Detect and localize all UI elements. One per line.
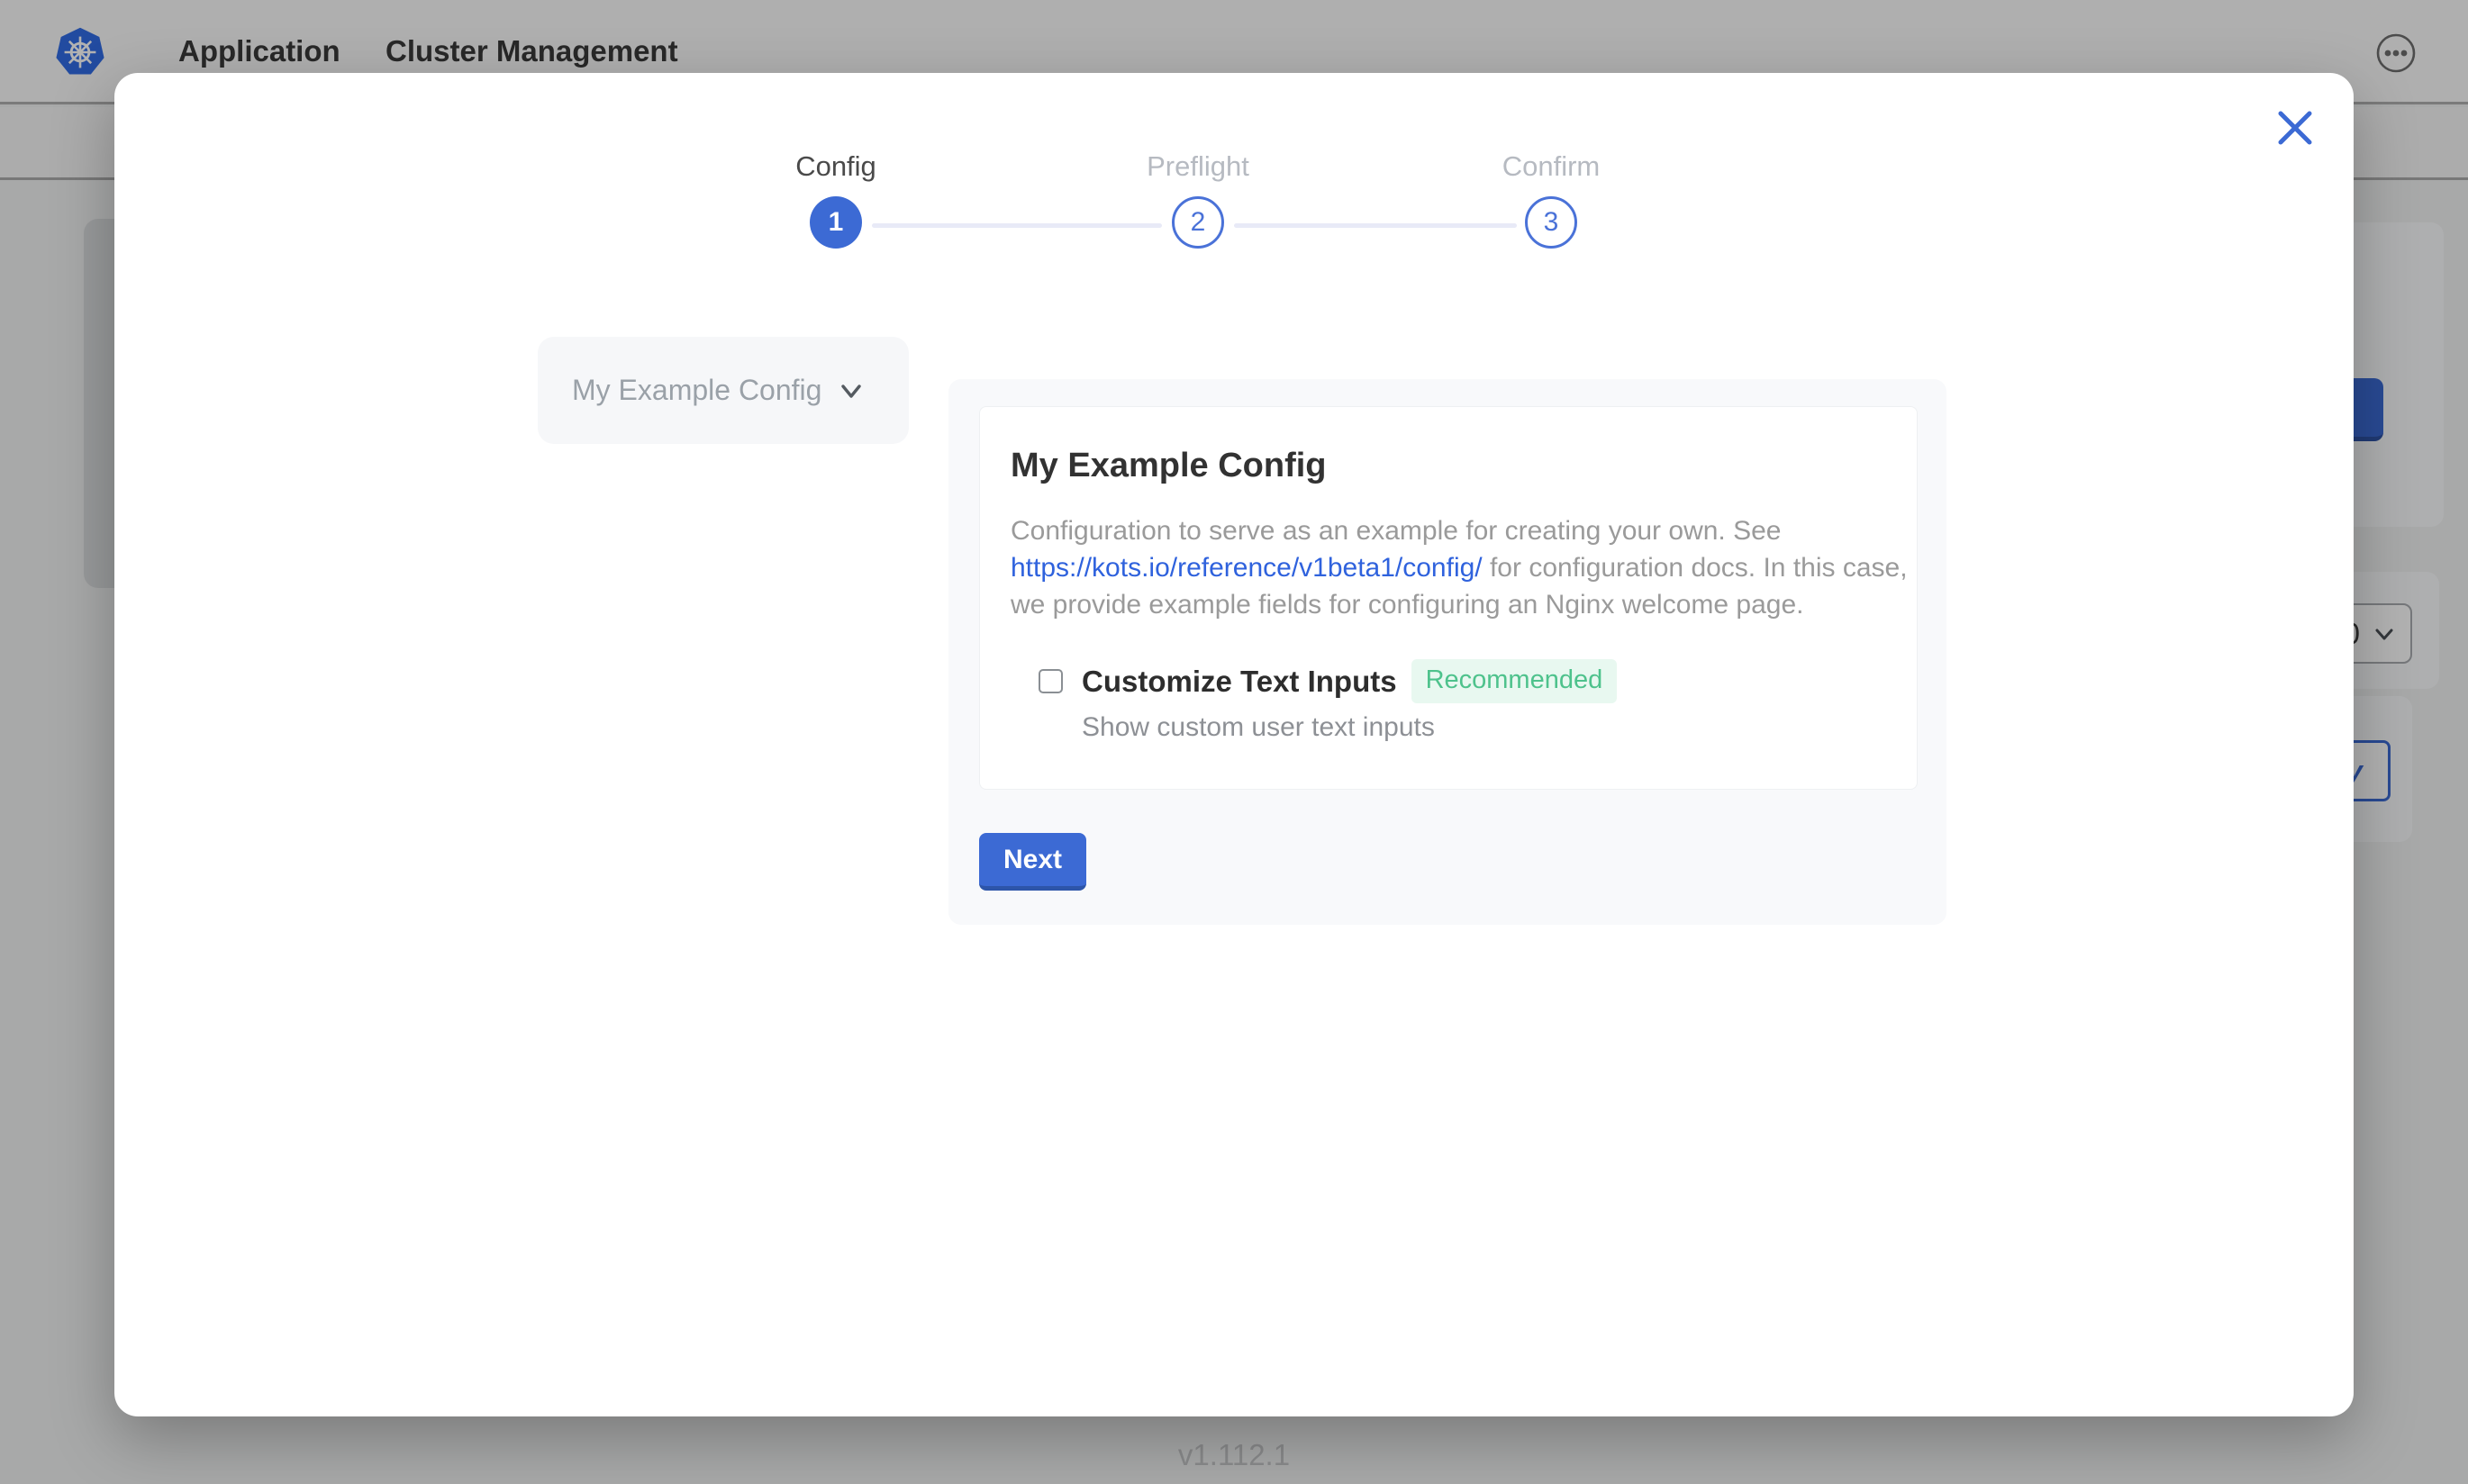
config-group-title: My Example Config bbox=[1011, 447, 1886, 485]
step-label-config: Config bbox=[719, 150, 953, 183]
config-section: My Example Config Configuration to serve… bbox=[948, 379, 1946, 925]
close-button[interactable] bbox=[2274, 107, 2316, 149]
customize-text-inputs-row: Customize Text Inputs Recommended bbox=[1039, 659, 1886, 703]
config-group-card: My Example Config Configuration to serve… bbox=[979, 406, 1918, 790]
step-label-preflight: Preflight bbox=[1081, 150, 1315, 183]
checkbox-help-text: Show custom user text inputs bbox=[1082, 712, 1886, 743]
config-group-dropdown-label: My Example Config bbox=[572, 374, 821, 407]
step-label-confirm: Confirm bbox=[1434, 150, 1668, 183]
next-button[interactable]: Next bbox=[979, 833, 1086, 891]
kots-admin-screen: Application Cluster Management 0 y v1.11… bbox=[0, 0, 2468, 1484]
customize-text-inputs-checkbox[interactable] bbox=[1039, 669, 1063, 693]
config-group-dropdown[interactable]: My Example Config bbox=[538, 337, 909, 444]
description-text: Configuration to serve as an example for… bbox=[1011, 516, 1781, 546]
recommended-badge: Recommended bbox=[1411, 659, 1618, 703]
step-circle-1: 1 bbox=[810, 196, 862, 249]
config-group-description: Configuration to serve as an example for… bbox=[1011, 512, 1911, 623]
chevron-down-icon bbox=[838, 377, 865, 404]
step-connector bbox=[872, 223, 1162, 228]
checkbox-label: Customize Text Inputs bbox=[1082, 665, 1397, 699]
close-x-icon bbox=[2274, 107, 2316, 149]
config-wizard-modal: Config Preflight Confirm 1 2 3 My Exampl… bbox=[114, 73, 2354, 1416]
config-docs-link[interactable]: https://kots.io/reference/v1beta1/config… bbox=[1011, 553, 1483, 583]
step-circle-3: 3 bbox=[1525, 196, 1577, 249]
step-circle-2: 2 bbox=[1172, 196, 1224, 249]
step-connector bbox=[1234, 223, 1517, 228]
